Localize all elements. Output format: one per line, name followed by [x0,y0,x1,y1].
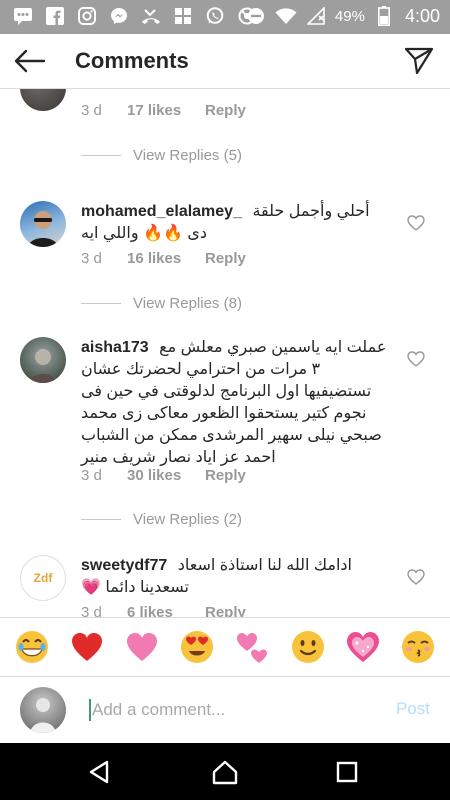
like-heart-icon[interactable] [407,351,425,369]
comment-item: aisha173 عملت ايه ياسمين صبري معلش مع ٣ … [0,337,450,537]
do-not-disturb-icon [245,5,267,27]
back-arrow-icon [14,49,46,73]
comments-list[interactable]: 👏🏻👏🏻👏🏻 3 d 17 likes Reply View Replies (… [0,89,450,617]
messenger-icon [108,5,130,27]
avatar-logo-text: Zdf [33,571,53,585]
comment-username[interactable]: aisha173 [81,339,149,356]
page-title: Comments [75,48,189,73]
system-icons: 49% 4:00 [245,5,440,27]
messages-icon [12,5,34,27]
divider [81,302,121,304]
comment-body: sweetydf77 ادامك الله لنا استاذة اسعاد ت… [81,555,391,599]
comment-username[interactable]: mohamed_elalamey_ [81,203,242,220]
gallery-icon [172,5,194,27]
avatar[interactable] [20,337,66,383]
comment-likes[interactable]: 6 likes [127,604,205,617]
divider [81,154,121,156]
back-triangle-icon [89,760,109,784]
reply-button[interactable]: Reply [205,467,246,484]
avatar[interactable]: Zdf [20,555,66,601]
nav-recents-button[interactable] [332,757,362,787]
missed-call-icon [140,5,162,27]
divider [81,518,121,520]
view-replies-label: View Replies (8) [133,294,242,312]
reply-button[interactable]: Reply [205,102,246,119]
app-header: Comments [0,34,450,89]
like-heart-icon[interactable] [407,215,425,233]
joy-emoji-button[interactable] [12,627,52,667]
avatar[interactable] [20,201,66,247]
text-cursor [89,699,91,721]
back-button[interactable] [10,44,50,78]
view-replies-label: View Replies (5) [133,146,242,164]
reply-button[interactable]: Reply [205,604,246,617]
two-hearts-emoji-button[interactable] [233,627,273,667]
emoji-quick-bar [0,617,450,677]
nav-home-button[interactable] [210,757,240,787]
comment-meta: 3 d 30 likes Reply [81,467,246,484]
comment-time: 3 d [81,467,102,484]
comment-time: 3 d [81,604,102,617]
paper-plane-icon [404,47,434,75]
home-icon [212,760,238,785]
view-replies-button[interactable]: View Replies (8) [81,293,381,313]
view-replies-button[interactable]: View Replies (5) [81,145,381,165]
notification-icons [12,5,258,27]
comment-meta: 3 d 16 likes Reply [81,250,246,267]
battery-percent: 49% [334,7,365,25]
current-user-avatar [20,687,66,733]
comment-text: 👏🏻👏🏻👏🏻 [81,89,154,90]
comment-item: 👏🏻👏🏻👏🏻 3 d 17 likes Reply View Replies (… [0,89,450,175]
nav-back-button[interactable] [84,757,114,787]
post-button[interactable]: Post [396,699,430,719]
signal-icon [305,5,327,27]
avatar[interactable] [20,89,66,111]
comment-meta: 3 d 17 likes Reply [81,102,246,119]
comment-username[interactable]: sweetydf77 [81,557,167,574]
instagram-icon [76,5,98,27]
comment-body: mohamed_elalamey_ أحلي وأجمل حلقة دى 🔥🔥 … [81,201,391,245]
red-heart-emoji-button[interactable] [67,627,107,667]
comment-time: 3 d [81,250,102,267]
comment-meta: 3 d 6 likes Reply [81,604,246,617]
comment-item: mohamed_elalamey_ أحلي وأجمل حلقة دى 🔥🔥 … [0,201,450,321]
view-replies-button[interactable]: View Replies (2) [81,509,381,529]
comment-composer: Post [0,677,450,743]
slight-smile-emoji-button[interactable] [288,627,328,667]
pink-heart-emoji-button[interactable] [122,627,162,667]
wifi-icon [275,5,297,27]
battery-icon [373,5,395,27]
comment-input[interactable] [92,695,372,725]
view-replies-label: View Replies (2) [133,510,242,528]
comment-time: 3 d [81,102,102,119]
comment-likes[interactable]: 17 likes [127,102,205,119]
kissing-emoji-button[interactable] [398,627,438,667]
status-bar: 49% 4:00 [0,0,450,34]
system-nav-bar [0,743,450,800]
heart-eyes-emoji-button[interactable] [177,627,217,667]
comment-likes[interactable]: 30 likes [127,467,205,484]
share-button[interactable] [400,44,438,78]
recents-square-icon [336,761,358,783]
comment-text: عملت ايه ياسمين صبري معلش مع ٣ مرات من ا… [81,339,387,466]
like-heart-icon[interactable] [407,569,425,587]
sparkling-heart-emoji-button[interactable] [343,627,383,667]
clock: 4:00 [404,5,440,26]
comment-item: Zdf sweetydf77 ادامك الله لنا استاذة اسع… [0,555,450,617]
whatsapp-icon [204,5,226,27]
reply-button[interactable]: Reply [205,250,246,267]
comment-body: aisha173 عملت ايه ياسمين صبري معلش مع ٣ … [81,337,391,469]
comment-likes[interactable]: 16 likes [127,250,205,267]
facebook-icon [44,5,66,27]
